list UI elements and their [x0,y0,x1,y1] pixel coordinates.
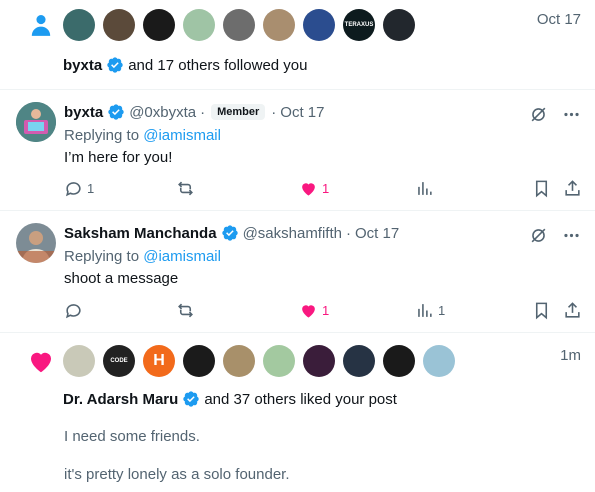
avatar[interactable]: CODE [103,345,135,377]
separator: · [346,224,351,242]
replying-to-link[interactable]: @iamismail [143,127,221,144]
like-count: 1 [322,303,330,318]
like-notification[interactable]: CODE H 1m Dr. Adarsh Maru and 37 others l… [0,333,595,492]
avatar[interactable] [383,345,415,377]
reply-icon [65,182,81,197]
post-text-line: I need some friends. [64,428,200,445]
verified-badge-icon [107,57,123,73]
grok-icon[interactable] [529,226,548,245]
avatar[interactable] [183,345,215,377]
follow-notification[interactable]: TERAXUS Oct 17 byxta and 17 others follo… [0,0,595,90]
more-icon[interactable] [562,226,581,245]
views-icon [418,182,432,195]
reply-icon [65,304,81,319]
tweet-text: shoot a message [64,270,179,287]
author-name[interactable]: Saksham Manchanda [64,225,217,242]
reply-button[interactable]: 1 [64,179,94,198]
person-follow-icon [31,15,51,36]
grok-icon[interactable] [529,105,548,124]
like-count: 1 [322,181,330,196]
retweet-icon [178,303,193,318]
avatar[interactable] [223,9,255,41]
separator: · [200,103,206,121]
views-count: 1 [438,303,446,318]
share-button[interactable] [563,301,582,320]
notification-time: 1m [560,347,581,364]
retweet-button[interactable] [176,301,195,320]
views-button[interactable]: 1 [415,301,445,320]
author-handle[interactable]: @0xbyxta [129,104,196,121]
avatar[interactable] [16,223,56,263]
member-badge: Member [211,104,266,120]
like-button[interactable]: 1 [299,301,329,320]
share-icon [565,180,580,196]
avatar[interactable] [383,9,415,41]
avatar[interactable] [143,9,175,41]
follower-avatars: TERAXUS [63,9,415,41]
actor-name[interactable]: Dr. Adarsh Maru [63,391,178,408]
tweet-time[interactable]: Oct 17 [280,104,324,121]
retweet-icon [178,181,193,196]
reply-count: 1 [87,181,95,196]
replying-to: Replying to @iamismail [64,248,221,265]
avatar[interactable]: TERAXUS [343,9,375,41]
views-icon [418,304,432,317]
avatar-label: TERAXUS [344,22,374,28]
replying-to-link[interactable]: @iamismail [143,248,221,265]
reply-button[interactable] [64,301,87,320]
avatar[interactable] [63,345,95,377]
bookmark-icon [535,180,548,198]
reply-tweet[interactable]: Saksham Manchanda @sakshamfifth · Oct 17… [0,211,595,333]
avatar[interactable] [423,345,455,377]
like-button[interactable]: 1 [299,179,329,198]
heart-filled-icon [302,183,315,196]
liker-avatars: CODE H [63,345,455,377]
share-button[interactable] [563,179,582,198]
avatar-label: CODE [110,358,128,364]
avatar[interactable] [223,345,255,377]
bookmark-button[interactable] [532,301,551,320]
more-icon[interactable] [562,105,581,124]
verified-badge-icon [183,391,199,407]
avatar[interactable] [16,102,56,142]
avatar[interactable] [303,9,335,41]
avatar[interactable] [263,345,295,377]
tweet-text: I’m here for you! [64,149,173,166]
separator: · [271,103,277,121]
actor-name[interactable]: byxta [63,57,102,74]
retweet-button[interactable] [176,179,195,198]
avatar[interactable] [263,9,295,41]
bookmark-button[interactable] [532,179,551,198]
replying-prefix: Replying to [64,248,140,265]
heart-filled-icon [31,352,51,373]
tweet-time[interactable]: Oct 17 [355,225,399,242]
avatar[interactable] [343,345,375,377]
verified-badge-icon [108,104,124,120]
reply-tweet[interactable]: byxta @0xbyxta · Member · Oct 17 Replyin… [0,90,595,211]
author-name[interactable]: byxta [64,104,103,121]
notification-text: and 37 others liked your post [204,390,397,408]
avatar[interactable]: H [143,345,175,377]
bookmark-icon [535,302,548,320]
views-button[interactable] [415,179,438,198]
tweet-actions: 1 1 [64,179,581,199]
author-handle[interactable]: @sakshamfifth [243,225,342,242]
avatar-label: H [153,352,165,369]
replying-to: Replying to @iamismail [64,127,221,144]
replying-prefix: Replying to [64,127,140,144]
avatar[interactable] [63,9,95,41]
share-icon [565,302,580,318]
notification-text: and 17 others followed you [128,56,308,74]
avatar[interactable] [303,345,335,377]
tweet-actions: 1 1 [64,301,581,321]
heart-filled-icon [302,305,315,318]
verified-badge-icon [221,225,238,241]
post-text-line: it's pretty lonely as a solo founder. [64,466,290,483]
notification-time: Oct 17 [536,11,581,28]
avatar[interactable] [183,9,215,41]
avatar[interactable] [103,9,135,41]
